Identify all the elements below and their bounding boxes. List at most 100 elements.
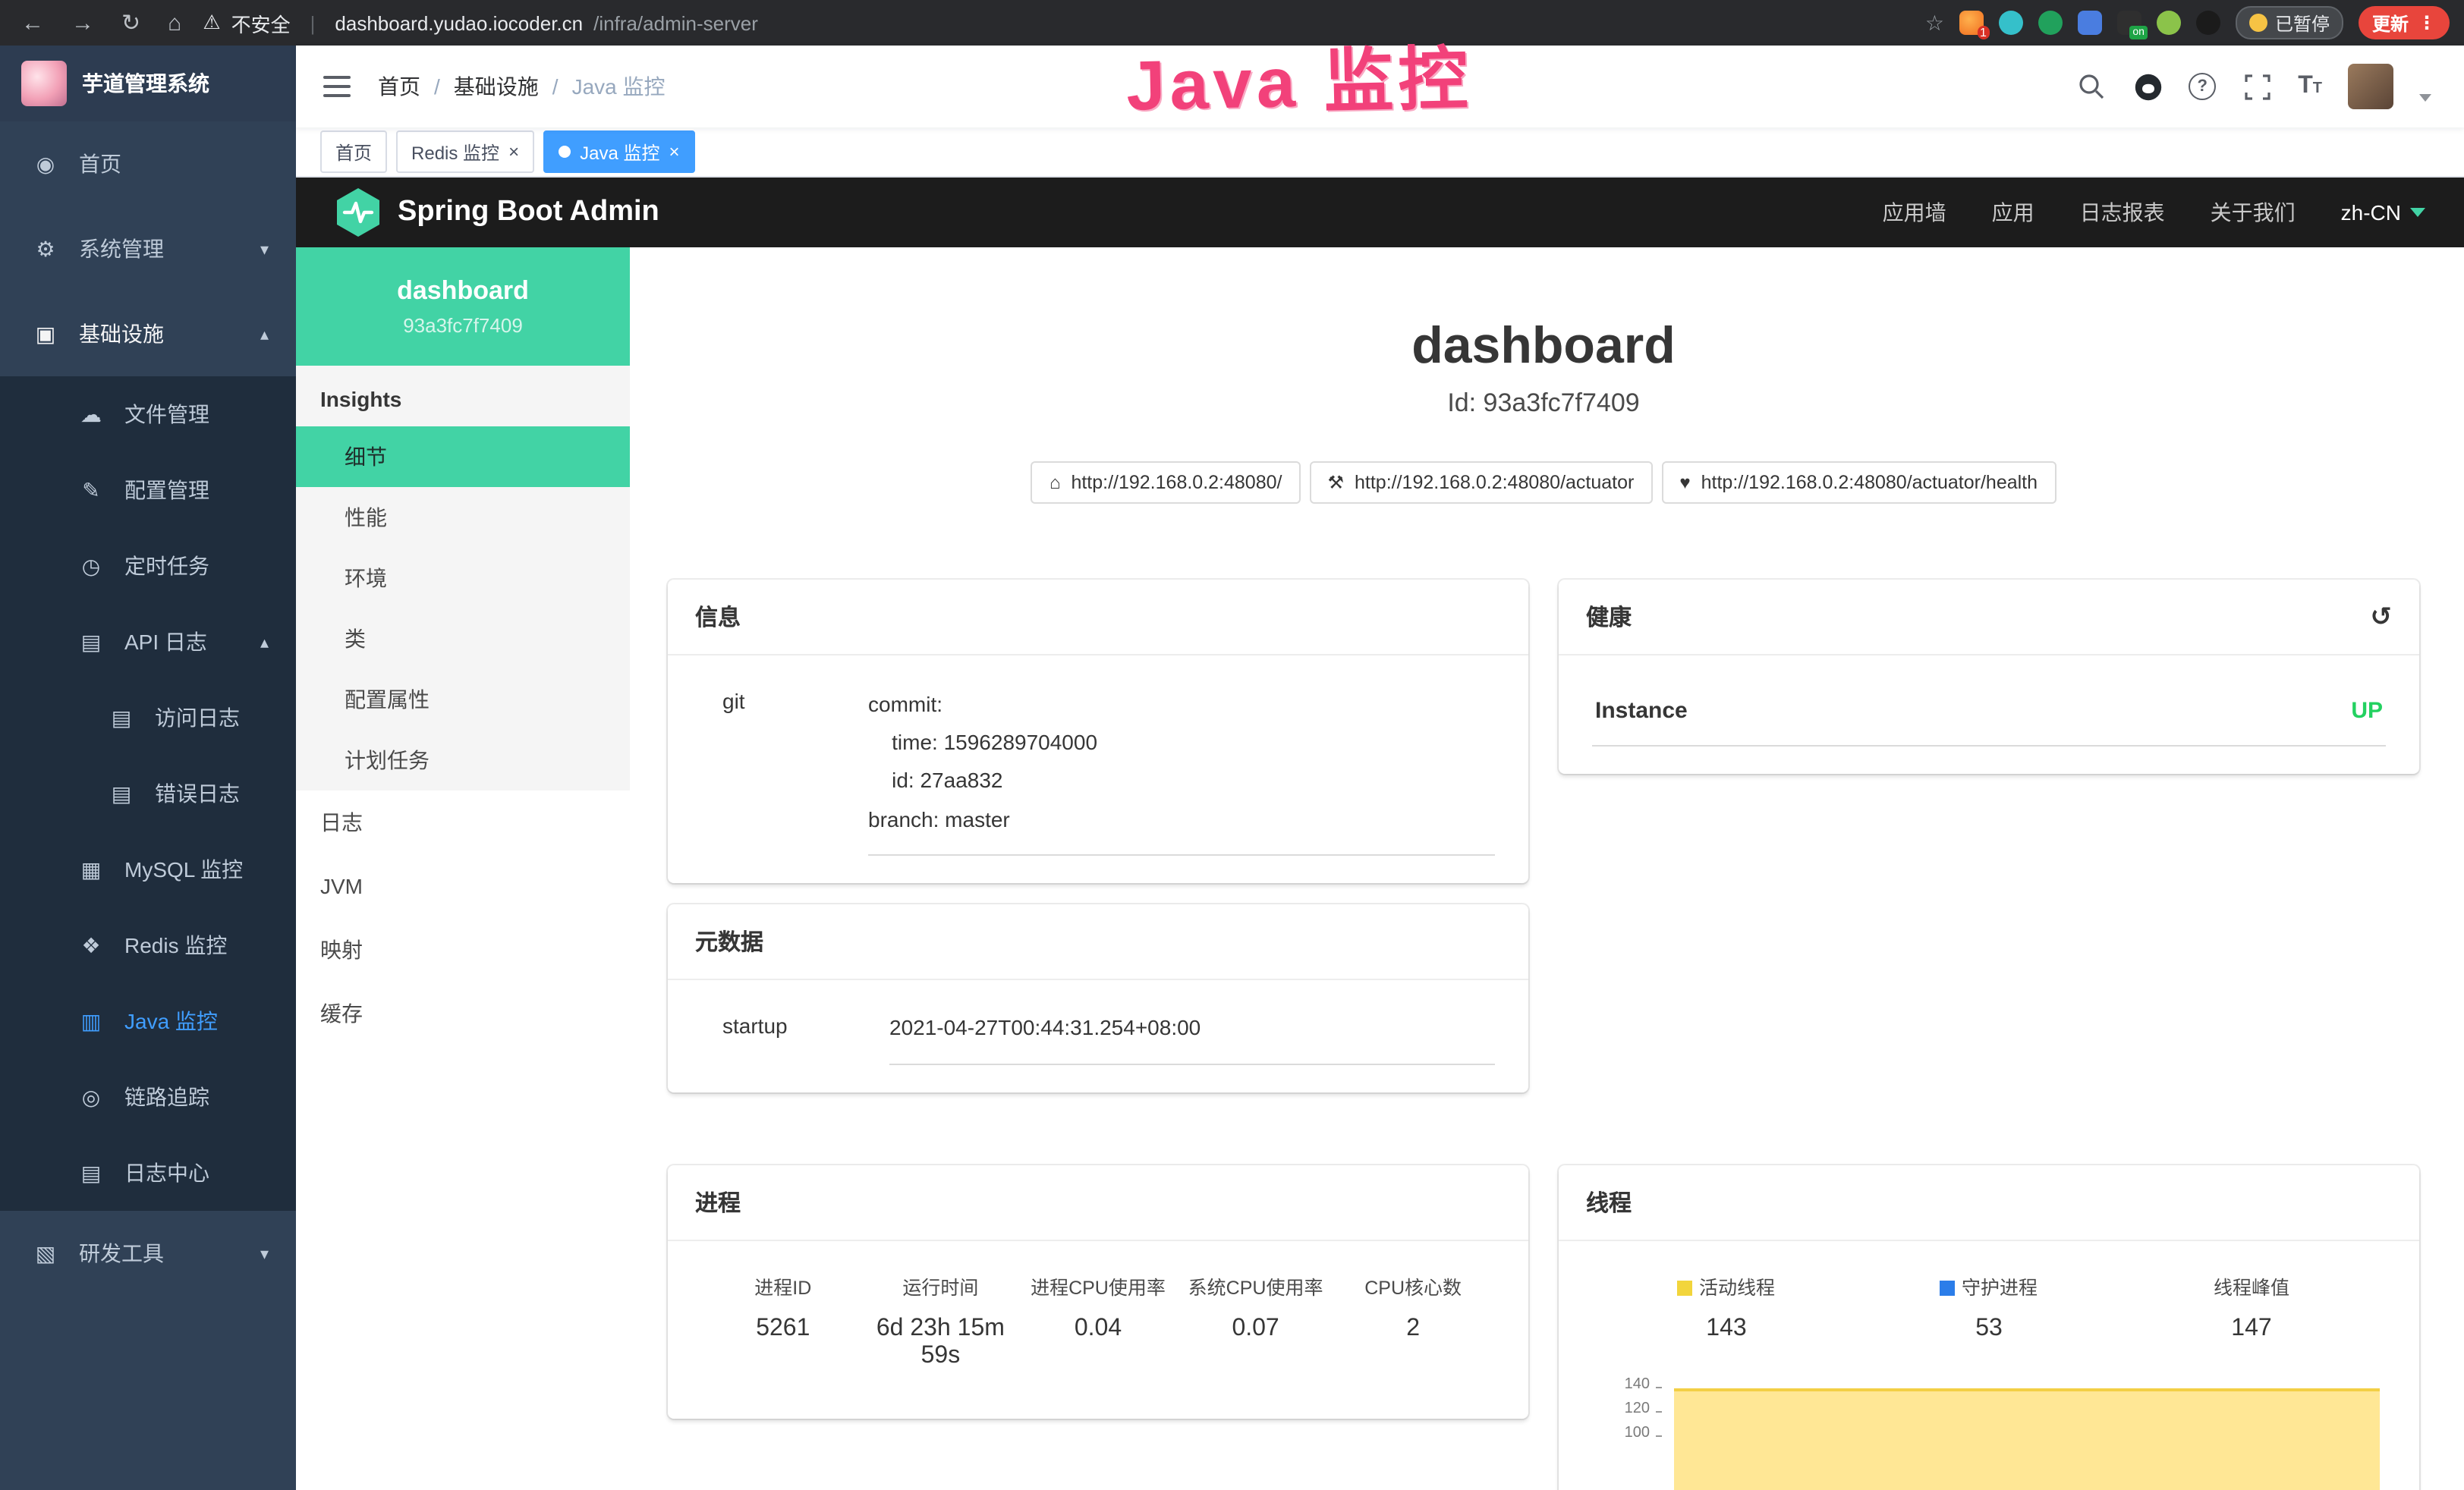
app-logo[interactable]: 芋道管理系统 bbox=[0, 46, 296, 121]
sba-item-details[interactable]: 细节 bbox=[296, 426, 630, 487]
document-icon: ▤ bbox=[79, 1160, 103, 1186]
tab-redis-monitor[interactable]: Redis 监控 × bbox=[396, 130, 534, 173]
sba-item-scheduled-tasks[interactable]: 计划任务 bbox=[296, 730, 630, 791]
extension-icon-orange[interactable]: 1 bbox=[1959, 11, 1984, 35]
home-icon: ⌂ bbox=[1049, 472, 1061, 493]
sba-group-insights: Insights bbox=[296, 366, 630, 426]
tools-icon: ▧ bbox=[33, 1240, 58, 1266]
sidebar-item-access-logs[interactable]: ▤ 访问日志 bbox=[0, 680, 296, 756]
health-status-badge: UP bbox=[2351, 698, 2383, 724]
sba-sidebar: dashboard 93a3fc7f7409 Insights 细节 性能 环境… bbox=[296, 247, 630, 1490]
browser-back-button[interactable]: ← bbox=[21, 10, 44, 36]
metric-peak-threads: 线程峰值 147 bbox=[2120, 1272, 2383, 1344]
hamburger-icon[interactable] bbox=[323, 76, 351, 97]
sba-item-caches[interactable]: 缓存 bbox=[296, 982, 630, 1045]
sba-brand[interactable]: Spring Boot Admin bbox=[335, 187, 659, 238]
clock-icon: ◷ bbox=[79, 553, 103, 579]
sba-item-config-properties[interactable]: 配置属性 bbox=[296, 669, 630, 730]
edit-icon: ✎ bbox=[79, 477, 103, 503]
extension-icon-blue-grid[interactable] bbox=[2078, 11, 2102, 35]
sidebar-item-tracing[interactable]: ◎ 链路追踪 bbox=[0, 1059, 296, 1135]
font-size-icon[interactable]: TT bbox=[2298, 73, 2322, 100]
profile-paused-badge[interactable]: 已暂停 bbox=[2236, 6, 2343, 39]
active-dot bbox=[559, 146, 571, 158]
link-actuator-url[interactable]: ⚒ http://192.168.0.2:48080/actuator bbox=[1309, 461, 1652, 504]
browser-home-button[interactable]: ⌂ bbox=[168, 10, 181, 36]
github-icon[interactable] bbox=[2132, 71, 2163, 102]
sidebar-item-infrastructure[interactable]: ▣ 基础设施 ▴ bbox=[0, 291, 296, 376]
info-card: 信息 git commit: time: 1596289704000 id: 2… bbox=[668, 580, 1528, 883]
address-bar[interactable]: ⚠ 不安全 | dashboard.yudao.iocoder.cn/infra… bbox=[203, 8, 758, 37]
logo-avatar bbox=[21, 61, 67, 106]
infrastructure-icon: ▣ bbox=[33, 321, 58, 347]
sba-nav-journal[interactable]: 日志报表 bbox=[2080, 197, 2165, 228]
sidebar-item-file-management[interactable]: ☁ 文件管理 bbox=[0, 376, 296, 452]
sidebar-item-log-center[interactable]: ▤ 日志中心 bbox=[0, 1135, 296, 1211]
locale-selector[interactable]: zh-CN bbox=[2341, 200, 2425, 225]
help-icon[interactable]: ? bbox=[2189, 73, 2216, 100]
sba-nav-about[interactable]: 关于我们 bbox=[2211, 197, 2296, 228]
sba-item-jvm[interactable]: JVM bbox=[296, 854, 630, 918]
history-icon[interactable]: ↺ bbox=[2371, 602, 2393, 632]
extension-icon-black[interactable] bbox=[2196, 11, 2220, 35]
security-label: 不安全 bbox=[231, 8, 291, 37]
breadcrumb: 首页 / 基础设施 / Java 监控 bbox=[378, 71, 666, 102]
sba-item-performance[interactable]: 性能 bbox=[296, 487, 630, 548]
page-subtitle: Id: 93a3fc7f7409 bbox=[668, 388, 2419, 419]
breadcrumb-infra[interactable]: 基础设施 bbox=[454, 71, 539, 102]
monitor-icon: ▥ bbox=[79, 1008, 103, 1034]
address-divider: | bbox=[310, 11, 316, 34]
extension-icon-dark-on[interactable]: on bbox=[2117, 11, 2141, 35]
browser-reload-button[interactable]: ↻ bbox=[121, 9, 140, 36]
sidebar-item-scheduled-jobs[interactable]: ◷ 定时任务 bbox=[0, 528, 296, 604]
chevron-down-icon: ▾ bbox=[260, 239, 269, 259]
sidebar-item-mysql-monitor[interactable]: ▦ MySQL 监控 bbox=[0, 831, 296, 907]
sidebar-item-redis-monitor[interactable]: ❖ Redis 监控 bbox=[0, 907, 296, 983]
health-card: 健康 ↺ Instance UP bbox=[1559, 580, 2419, 774]
screen: Java 监控 ← → ↻ ⌂ ⚠ 不安全 | dashboard.yudao.… bbox=[0, 0, 2464, 1490]
dashboard-icon: ◉ bbox=[33, 151, 58, 177]
bookmark-star-icon[interactable]: ☆ bbox=[1925, 10, 1944, 36]
instance-header: dashboard 93a3fc7f7409 bbox=[296, 247, 630, 366]
chevron-up-icon: ▴ bbox=[260, 632, 269, 652]
sba-item-mappings[interactable]: 映射 bbox=[296, 918, 630, 982]
sba-item-environment[interactable]: 环境 bbox=[296, 548, 630, 608]
close-icon[interactable]: × bbox=[508, 143, 519, 161]
extension-icon-green-circle[interactable] bbox=[2038, 11, 2063, 35]
sba-nav-wallboard[interactable]: 应用墙 bbox=[1883, 197, 1946, 228]
sidebar-item-dev-tools[interactable]: ▧ 研发工具 ▾ bbox=[0, 1211, 296, 1296]
extension-icon-sprout[interactable] bbox=[2157, 11, 2181, 35]
metric-live-threads: 活动线程 143 bbox=[1595, 1272, 1858, 1344]
link-health-url[interactable]: ♥ http://192.168.0.2:48080/actuator/heal… bbox=[1661, 461, 2056, 504]
metric-uptime: 运行时间 6d 23h 15m 59s bbox=[862, 1272, 1020, 1371]
sidebar-item-java-monitor[interactable]: ▥ Java 监控 bbox=[0, 983, 296, 1059]
sidebar-item-config-management[interactable]: ✎ 配置管理 bbox=[0, 452, 296, 528]
tab-home[interactable]: 首页 bbox=[320, 130, 387, 173]
url-host: dashboard.yudao.iocoder.cn bbox=[335, 11, 583, 34]
metadata-card: 元数据 startup 2021-04-27T00:44:31.254+08:0… bbox=[668, 904, 1528, 1093]
tab-java-monitor[interactable]: Java 监控 × bbox=[543, 130, 694, 173]
sba-nav-applications[interactable]: 应用 bbox=[1992, 197, 2034, 228]
search-icon[interactable] bbox=[2076, 71, 2107, 102]
sidebar-item-error-logs[interactable]: ▤ 错误日志 bbox=[0, 756, 296, 831]
infrastructure-submenu: ☁ 文件管理 ✎ 配置管理 ◷ 定时任务 ▤ API 日志 ▴ ▤ bbox=[0, 376, 296, 1211]
sba-item-classes[interactable]: 类 bbox=[296, 608, 630, 669]
sba-item-logs[interactable]: 日志 bbox=[296, 791, 630, 854]
chrome-update-button[interactable]: 更新 ⋮ bbox=[2359, 6, 2450, 39]
sidebar-item-system-management[interactable]: ⚙ 系统管理 ▾ bbox=[0, 206, 296, 291]
chevron-up-icon: ▴ bbox=[260, 324, 269, 344]
user-avatar[interactable] bbox=[2348, 64, 2393, 109]
caret-down-icon[interactable] bbox=[2419, 93, 2431, 101]
browser-forward-button[interactable]: → bbox=[71, 10, 94, 36]
sidebar-item-api-logs[interactable]: ▤ API 日志 ▴ bbox=[0, 604, 296, 680]
sba-navbar: Spring Boot Admin 应用墙 应用 日志报表 关于我们 zh-CN bbox=[296, 178, 2464, 247]
extension-icon-teal-drop[interactable] bbox=[1999, 11, 2023, 35]
legend-blue-icon bbox=[1940, 1281, 1956, 1297]
document-icon: ▤ bbox=[109, 781, 134, 806]
fullscreen-icon[interactable] bbox=[2242, 71, 2272, 102]
breadcrumb-home[interactable]: 首页 bbox=[378, 71, 420, 102]
sidebar-item-home[interactable]: ◉ 首页 bbox=[0, 121, 296, 206]
process-card: 进程 进程ID 5261 运行时间 6d 23h 15m 59 bbox=[668, 1166, 1528, 1419]
close-icon[interactable]: × bbox=[669, 143, 679, 161]
link-service-url[interactable]: ⌂ http://192.168.0.2:48080/ bbox=[1031, 461, 1301, 504]
